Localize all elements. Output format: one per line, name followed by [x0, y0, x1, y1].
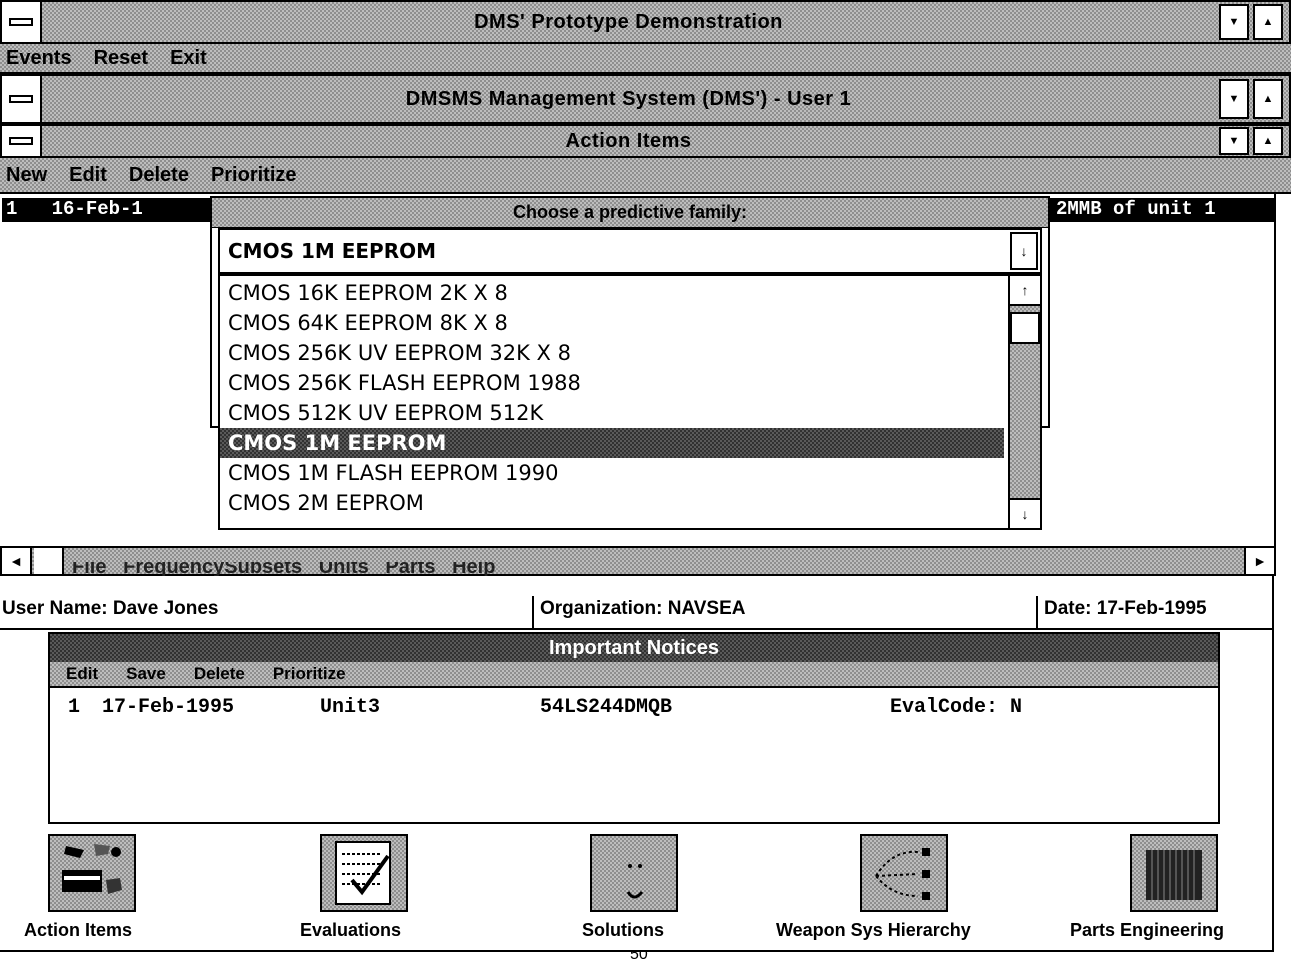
family-option[interactable]: CMOS 16K EEPROM 2K X 8 — [220, 278, 1004, 308]
notices-menu-bar: Edit Save Delete Prioritize — [50, 662, 1218, 688]
horizontal-scrollbar[interactable]: ◄ ► File FrequencySubsets Units Parts He… — [0, 546, 1276, 576]
solutions-label[interactable]: Solutions — [582, 920, 664, 941]
h-scroll-thumb[interactable] — [34, 548, 64, 574]
organization: Organization: NAVSEA — [532, 596, 752, 628]
outer-window-title: DMS' Prototype Demonstration — [474, 10, 783, 33]
outer-title-bar: DMS' Prototype Demonstration ▼ ▲ — [0, 0, 1291, 44]
window-frame-right — [1272, 576, 1274, 952]
partial-menu-text: File FrequencySubsets Units Parts Help — [72, 562, 496, 576]
notices-menu-edit[interactable]: Edit — [66, 664, 98, 684]
solutions-icon — [626, 864, 644, 899]
family-option[interactable]: CMOS 64K EEPROM 8K X 8 — [220, 308, 1004, 338]
action-row-left[interactable]: 1 16-Feb-1 — [2, 198, 212, 222]
date: Date: 17-Feb-1995 — [1036, 596, 1213, 628]
action-row-right[interactable]: 2MMB of unit 1 — [1050, 198, 1276, 222]
combobox-dropdown-button[interactable]: ↓ — [1010, 232, 1038, 270]
menu-reset[interactable]: Reset — [94, 47, 148, 70]
dms-maximize-button[interactable]: ▲ — [1253, 78, 1283, 120]
notices-title-bar: Important Notices — [50, 634, 1218, 662]
dropdown-scrollbar[interactable]: ↑ ↓ — [1008, 276, 1040, 528]
notices-menu-save[interactable]: Save — [126, 664, 166, 684]
family-combobox[interactable]: CMOS 1M EEPROM ↓ — [218, 228, 1042, 274]
outer-maximize-button[interactable]: ▲ — [1253, 4, 1283, 40]
family-option[interactable]: CMOS 512K UV EEPROM 512K — [220, 398, 1004, 428]
action-menu-bar: New Edit Delete Prioritize — [0, 158, 1291, 194]
menu-prioritize[interactable]: Prioritize — [211, 164, 297, 187]
scroll-thumb[interactable] — [1010, 312, 1040, 344]
weapon-hierarchy-label[interactable]: Weapon Sys Hierarchy — [776, 920, 971, 941]
notices-menu-delete[interactable]: Delete — [194, 664, 245, 684]
action-control-menu-icon[interactable] — [2, 126, 42, 156]
notice-eval: EvalCode: N — [890, 696, 1023, 719]
user-info-bar: User Name: Dave Jones Organization: NAVS… — [0, 596, 1272, 630]
action-maximize-button[interactable]: ▲ — [1253, 127, 1283, 155]
notices-title: Important Notices — [548, 636, 720, 659]
scroll-left-arrow-icon[interactable]: ◄ — [2, 548, 32, 574]
menu-edit[interactable]: Edit — [69, 164, 107, 187]
dms-title-bar: DMSMS Management System (DMS') - User 1 … — [0, 74, 1291, 124]
action-items-icon — [62, 844, 122, 894]
family-option[interactable]: CMOS 256K FLASH EEPROM 1988 — [220, 368, 1004, 398]
notices-menu-prioritize[interactable]: Prioritize — [273, 664, 346, 684]
window-frame-bottom — [0, 950, 1274, 952]
weapon-hierarchy-button[interactable] — [860, 834, 948, 912]
scroll-up-arrow-icon[interactable]: ↑ — [1010, 276, 1040, 306]
notice-row[interactable]: 1 17-Feb-1995 Unit3 54LS244DMQB EvalCode… — [68, 696, 1208, 720]
weapon-hierarchy-icon — [875, 848, 930, 900]
outer-control-menu-icon[interactable] — [2, 2, 42, 42]
scroll-down-arrow-icon[interactable]: ↓ — [1010, 498, 1040, 528]
family-option[interactable]: CMOS 256K UV EEPROM 32K X 8 — [220, 338, 1004, 368]
family-option[interactable]: CMOS 1M FLASH EEPROM 1990 — [220, 458, 1004, 488]
user-name: User Name: Dave Jones — [2, 598, 219, 619]
action-items-title: Action Items — [565, 129, 692, 152]
notice-unit: Unit3 — [320, 696, 381, 719]
notices-panel: Important Notices Edit Save Delete Prior… — [48, 632, 1220, 824]
solutions-button[interactable] — [590, 834, 678, 912]
scroll-right-arrow-icon[interactable]: ► — [1244, 548, 1274, 574]
dms-window-title: DMSMS Management System (DMS') - User 1 — [405, 87, 852, 110]
outer-menu-bar: Events Reset Exit — [0, 44, 1291, 74]
parts-engineering-label[interactable]: Parts Engineering — [1070, 920, 1224, 941]
action-items-title-bar: Action Items ▼ ▲ — [0, 124, 1291, 158]
combobox-value: CMOS 1M EEPROM — [228, 239, 437, 263]
action-items-label[interactable]: Action Items — [24, 920, 132, 941]
menu-delete[interactable]: Delete — [129, 164, 189, 187]
notice-part: 54LS244DMQB — [540, 696, 673, 719]
parts-engineering-button[interactable] — [1130, 834, 1218, 912]
chevron-down-icon: ↓ — [1020, 243, 1028, 259]
dialog-title-bar: Choose a predictive family: — [212, 198, 1048, 228]
menu-events[interactable]: Events — [6, 47, 72, 70]
parts-engineering-icon — [1146, 850, 1202, 900]
action-items-button[interactable] — [48, 834, 136, 912]
notice-number: 1 — [68, 696, 81, 719]
action-minimize-button[interactable]: ▼ — [1219, 127, 1249, 155]
family-dropdown-list: CMOS 16K EEPROM 2K X 8 CMOS 64K EEPROM 8K… — [218, 274, 1042, 530]
evaluations-label[interactable]: Evaluations — [300, 920, 401, 941]
menu-new[interactable]: New — [6, 164, 47, 187]
notice-date: 17-Feb-1995 — [102, 696, 235, 719]
menu-exit[interactable]: Exit — [170, 47, 207, 70]
evaluations-icon — [335, 841, 391, 905]
outer-minimize-button[interactable]: ▼ — [1219, 4, 1249, 40]
family-option[interactable]: CMOS 2M EEPROM — [220, 488, 1004, 518]
family-option[interactable]: CMOS 1M EEPROM — [220, 428, 1004, 458]
dms-control-menu-icon[interactable] — [2, 76, 42, 122]
evaluations-button[interactable] — [320, 834, 408, 912]
dialog-title: Choose a predictive family: — [512, 202, 748, 222]
dms-minimize-button[interactable]: ▼ — [1219, 78, 1249, 120]
